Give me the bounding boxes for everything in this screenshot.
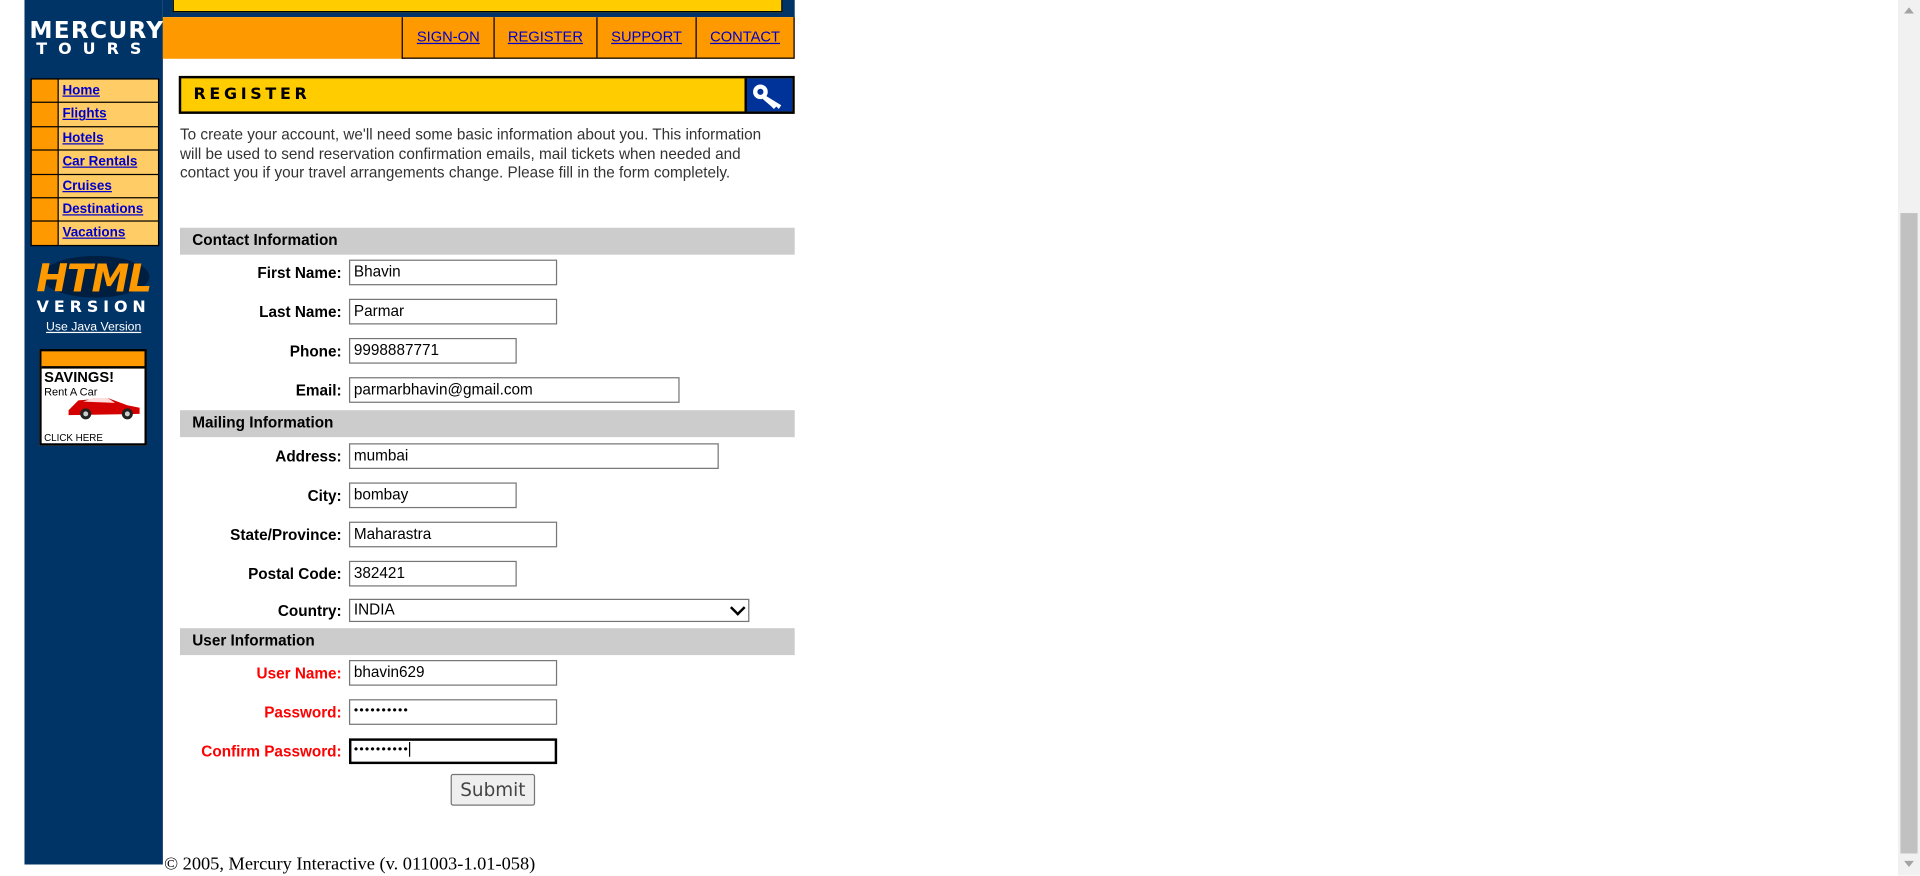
- bullet-square-icon: [31, 222, 58, 245]
- postal-code-field[interactable]: 382421: [348, 560, 517, 587]
- phone-field[interactable]: 9998887771: [348, 337, 517, 364]
- bullet-square-icon: [31, 127, 58, 150]
- bullet-square-icon: [31, 150, 58, 174]
- top-nav-bar: SIGN-ON REGISTER SUPPORT CONTACT: [162, 17, 795, 59]
- sidebar-item-home: Home: [31, 79, 158, 103]
- page: MERCURY TOURS Home Flights Hotels Car Re…: [0, 0, 1920, 876]
- bullet-square-icon: [31, 174, 58, 198]
- username-field[interactable]: bhavin629: [348, 660, 558, 686]
- top-nav-register[interactable]: REGISTER: [494, 17, 598, 58]
- use-java-version-link[interactable]: Use Java Version: [24, 321, 162, 334]
- scroll-up-arrow-icon[interactable]: [1904, 7, 1914, 14]
- key-icon: [744, 78, 793, 112]
- footer-copyright: © 2005, Mercury Interactive (v. 011003-1…: [164, 854, 536, 875]
- banner-image: [172, 0, 783, 13]
- top-nav-support[interactable]: SUPPORT: [598, 17, 697, 58]
- contact-information-header: Contact Information: [180, 227, 795, 255]
- sidebar-item-flights: Flights: [31, 103, 158, 126]
- text-caret: [409, 742, 411, 758]
- last-name-field[interactable]: Parmar: [348, 298, 558, 325]
- sidebar-link-cruises[interactable]: Cruises: [58, 174, 158, 198]
- first-name-field[interactable]: Bhavin: [348, 259, 558, 286]
- country-selected-value: INDIA: [353, 601, 395, 619]
- logo-swoosh-icon: [34, 0, 76, 12]
- postal-code-label: Postal Code:: [248, 565, 342, 583]
- intro-text: To create your account, we'll need some …: [180, 126, 762, 182]
- section-title: User Information: [192, 631, 315, 649]
- password-label: Password:: [264, 704, 342, 722]
- sidebar-link-home[interactable]: Home: [58, 79, 158, 103]
- sidebar-link-vacations[interactable]: Vacations: [58, 222, 158, 245]
- sidebar-item-car-rentals: Car Rentals: [31, 150, 158, 174]
- phone-label: Phone:: [289, 342, 342, 361]
- sidebar-link-destinations[interactable]: Destinations: [58, 198, 158, 221]
- username-label: User Name:: [256, 664, 342, 683]
- sidebar-item-hotels: Hotels: [31, 127, 158, 150]
- scroll-down-arrow-icon[interactable]: [1904, 860, 1914, 867]
- section-title: Contact Information: [192, 231, 338, 249]
- page-title: REGISTER: [193, 85, 311, 105]
- promo-cta: CLICK HERE: [44, 432, 103, 444]
- confirm-password-value: ••••••••••: [353, 743, 410, 757]
- confirm-password-field[interactable]: ••••••••••: [348, 738, 558, 765]
- sidebar-item-destinations: Destinations: [31, 198, 158, 221]
- vertical-scrollbar[interactable]: [1897, 0, 1920, 876]
- country-select[interactable]: INDIA: [348, 598, 750, 623]
- first-name-label: First Name:: [257, 264, 342, 282]
- address-label: Address:: [275, 448, 342, 466]
- top-nav-contact[interactable]: CONTACT: [697, 17, 795, 58]
- sidebar-link-flights[interactable]: Flights: [58, 103, 158, 126]
- mercury-tours-logo[interactable]: MERCURY TOURS: [29, 0, 163, 64]
- state-field[interactable]: Maharastra: [348, 521, 558, 548]
- state-label: State/Province:: [230, 526, 342, 544]
- city-field[interactable]: bombay: [348, 482, 517, 509]
- chevron-down-icon: [729, 600, 746, 616]
- header-banner: [162, 0, 795, 18]
- address-field[interactable]: mumbai: [348, 443, 719, 469]
- mailing-information-header: Mailing Information: [180, 410, 795, 438]
- section-title: Mailing Information: [192, 413, 334, 432]
- bullet-square-icon: [31, 103, 58, 126]
- sidebar-link-hotels[interactable]: Hotels: [58, 127, 158, 150]
- sidebar-item-vacations: Vacations: [31, 222, 158, 245]
- bullet-square-icon: [31, 198, 58, 221]
- confirm-password-label: Confirm Password:: [201, 743, 342, 761]
- email-label: Email:: [295, 382, 342, 400]
- city-label: City:: [307, 487, 342, 505]
- email-field[interactable]: parmarbhavin@gmail.com: [348, 377, 680, 403]
- register-banner: REGISTER: [178, 75, 795, 114]
- top-nav: SIGN-ON REGISTER SUPPORT CONTACT: [402, 17, 795, 59]
- sidebar: MERCURY TOURS Home Flights Hotels Car Re…: [24, 0, 163, 865]
- sidebar-nav: Home Flights Hotels Car Rentals Cruises …: [30, 78, 160, 246]
- bullet-square-icon: [31, 79, 58, 103]
- sidebar-link-car-rentals[interactable]: Car Rentals: [58, 150, 158, 174]
- top-nav-sign-on[interactable]: SIGN-ON: [403, 17, 495, 58]
- scrollbar-thumb[interactable]: [1900, 213, 1918, 854]
- user-information-header: User Information: [180, 628, 795, 656]
- sidebar-item-cruises: Cruises: [31, 174, 158, 198]
- logo-line2: TOURS: [36, 40, 153, 59]
- submit-button[interactable]: Submit: [450, 773, 536, 806]
- last-name-label: Last Name:: [259, 303, 342, 321]
- country-label: Country:: [277, 602, 342, 620]
- password-field[interactable]: ••••••••••: [348, 699, 558, 725]
